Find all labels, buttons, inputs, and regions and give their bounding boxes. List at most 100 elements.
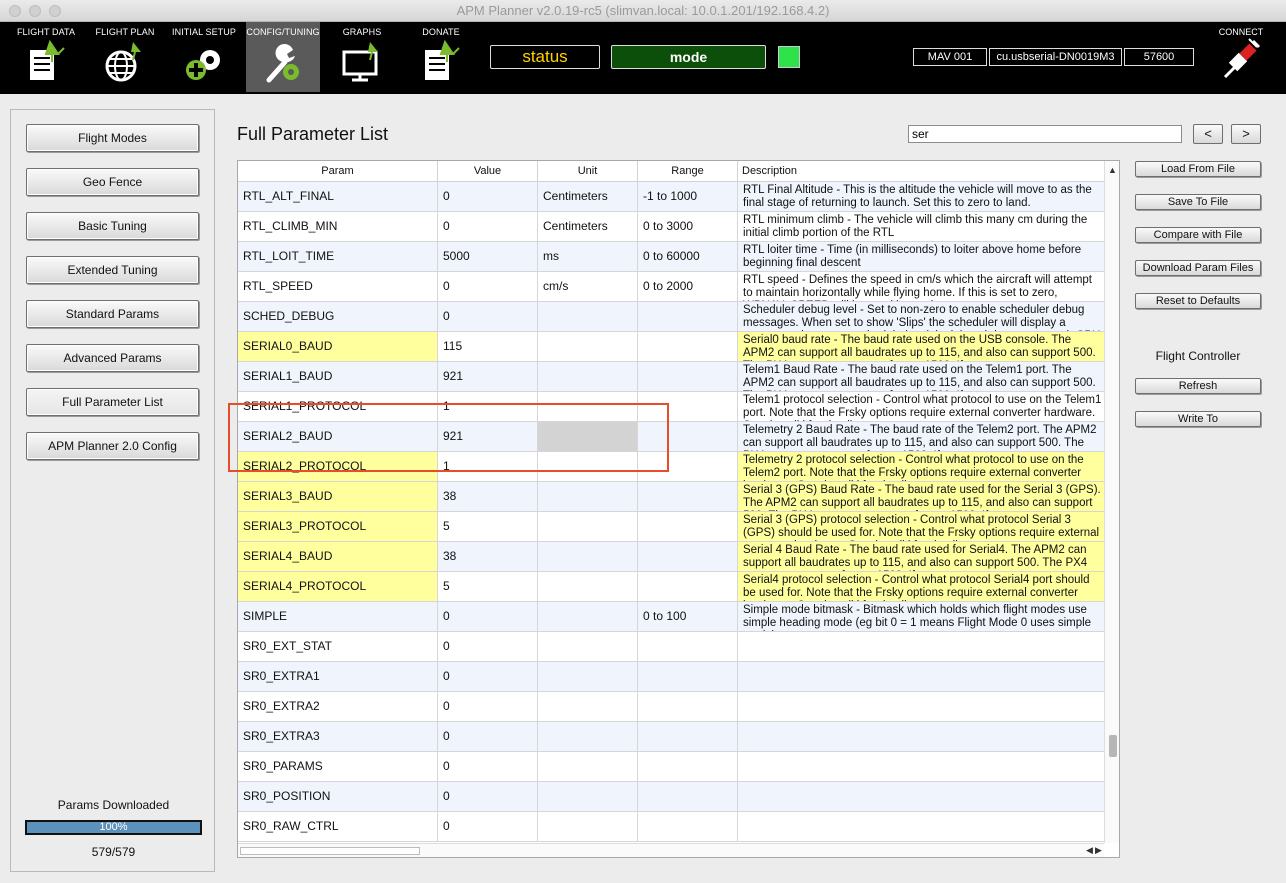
tool-label: INITIAL SETUP [172,27,236,37]
value-cell[interactable]: 0 [438,722,538,751]
table-row[interactable]: SERIAL0_BAUD 115 Serial0 baud rate - The b… [238,332,1104,362]
value-cell[interactable]: 0 [438,692,538,721]
save-to-file-button[interactable]: Save To File [1135,194,1261,210]
value-cell[interactable]: 0 [438,752,538,781]
value-cell[interactable]: 38 [438,482,538,511]
table-row[interactable]: RTL_ALT_FINAL 0 Centimeters -1 to 1000 RTL F… [238,182,1104,212]
table-row[interactable]: SR0_RAW_CTRL 0 [238,812,1104,842]
column-header-unit[interactable]: Unit [538,161,638,182]
sidebar-item-flight-modes[interactable]: Flight Modes [26,124,199,152]
unit-cell [538,722,638,751]
horizontal-scroll-thumb[interactable] [240,847,420,855]
progress-text: 100% [27,822,200,833]
table-row[interactable]: SR0_PARAMS 0 [238,752,1104,782]
range-cell [638,662,738,691]
tool-donate[interactable]: DONATE [404,22,478,92]
value-cell[interactable]: 38 [438,542,538,571]
unit-cell: ms [538,242,638,271]
column-header-param[interactable]: Param [238,161,438,182]
scroll-left-arrow-icon[interactable]: ◀ [1086,845,1093,856]
column-header-description[interactable]: Description [738,161,1104,182]
value-cell[interactable]: 0 [438,632,538,661]
mav-id-field[interactable]: MAV 001 [913,48,987,66]
value-cell[interactable]: 0 [438,662,538,691]
sidebar-item-advanced-params[interactable]: Advanced Params [26,344,199,372]
table-row[interactable]: SERIAL1_BAUD 921 Telem1 Baud Rate - The ba… [238,362,1104,392]
download-param-files-button[interactable]: Download Param Files [1135,260,1261,276]
table-row[interactable]: RTL_CLIMB_MIN 0 Centimeters 0 to 3000 RTL mi… [238,212,1104,242]
table-row[interactable]: SERIAL4_BAUD 38 Serial 4 Baud Rate - The b… [238,542,1104,572]
scroll-up-arrow-icon[interactable]: ▲ [1108,165,1117,175]
param-cell: SERIAL3_PROTOCOL [238,512,438,541]
range-cell [638,512,738,541]
params-downloaded-label: Params Downloaded [57,798,170,812]
column-header-value[interactable]: Value [438,161,538,182]
column-header-range[interactable]: Range [638,161,738,182]
sidebar-item-standard-params[interactable]: Standard Params [26,300,199,328]
table-row[interactable]: SERIAL3_BAUD 38 Serial 3 (GPS) Baud Rate -… [238,482,1104,512]
value-cell[interactable]: 0 [438,182,538,211]
table-row[interactable]: SR0_EXT_STAT 0 [238,632,1104,662]
value-cell[interactable]: 0 [438,272,538,301]
tool-initial-setup[interactable]: INITIAL SETUP [167,22,241,92]
serial-port-select[interactable]: cu.usbserial-DN0019M3 [989,48,1122,66]
vertical-scroll-thumb[interactable] [1109,735,1117,757]
value-cell[interactable]: 0 [438,812,538,841]
write-to-button[interactable]: Write To [1135,411,1261,427]
baud-rate-select[interactable]: 57600 [1124,48,1194,66]
refresh-button[interactable]: Refresh [1135,378,1261,394]
table-row[interactable]: RTL_SPEED 0 cm/s 0 to 2000 RTL speed - Defin… [238,272,1104,302]
tool-config-tuning[interactable]: CONFIG/TUNING [246,22,320,92]
load-from-file-button[interactable]: Load From File [1135,161,1261,177]
table-row[interactable]: SR0_POSITION 0 [238,782,1104,812]
connect-button[interactable]: CONNECT [1208,22,1274,92]
compare-with-file-button[interactable]: Compare with File [1135,227,1261,243]
value-cell[interactable]: 0 [438,212,538,241]
sidebar-item-extended-tuning[interactable]: Extended Tuning [26,256,199,284]
unit-cell [538,692,638,721]
value-cell[interactable]: 921 [438,362,538,391]
horizontal-scrollbar[interactable]: ◀ ▶ [238,843,1104,857]
table-row[interactable]: SCHED_DEBUG 0 Scheduler debug level - Set … [238,302,1104,332]
value-cell[interactable]: 5 [438,572,538,601]
param-search-input[interactable] [908,125,1182,143]
value-cell[interactable]: 0 [438,302,538,331]
description-cell: Serial0 baud rate - The baud rate used o… [738,332,1104,361]
param-cell: SR0_EXTRA2 [238,692,438,721]
table-row[interactable]: SERIAL2_PROTOCOL 1 Telemetry 2 protocol se… [238,452,1104,482]
tool-flight-plan[interactable]: FLIGHT PLAN [88,22,162,92]
vertical-scrollbar[interactable]: ▲ [1104,161,1119,843]
scroll-right-arrow-icon[interactable]: ▶ [1095,845,1102,856]
param-cell: SERIAL1_PROTOCOL [238,392,438,421]
tool-graphs[interactable]: GRAPHS [325,22,399,92]
table-row[interactable]: RTL_LOIT_TIME 5000 ms 0 to 60000 RTL loiter … [238,242,1104,272]
reset-to-defaults-button[interactable]: Reset to Defaults [1135,293,1261,309]
sidebar-item-full-parameter-list[interactable]: Full Parameter List [26,388,199,416]
range-cell: 0 to 2000 [638,272,738,301]
table-row[interactable]: SR0_EXTRA3 0 [238,722,1104,752]
sidebar-item-basic-tuning[interactable]: Basic Tuning [26,212,199,240]
sidebar-item-apm-planner-config[interactable]: APM Planner 2.0 Config [26,432,199,460]
main-toolbar: FLIGHT DATA FLIGHT PLAN INITIAL SETUP CO… [0,22,1286,94]
value-cell[interactable]: 1 [438,392,538,421]
unit-cell [538,512,638,541]
value-cell[interactable]: 5000 [438,242,538,271]
search-next-button[interactable]: > [1231,124,1261,144]
value-cell[interactable]: 5 [438,512,538,541]
value-cell[interactable]: 921 [438,422,538,451]
value-cell[interactable]: 1 [438,452,538,481]
description-cell [738,782,1104,811]
tool-flight-data[interactable]: FLIGHT DATA [9,22,83,92]
sidebar-item-geo-fence[interactable]: Geo Fence [26,168,199,196]
value-cell[interactable]: 0 [438,602,538,631]
value-cell[interactable]: 115 [438,332,538,361]
table-row[interactable]: SR0_EXTRA1 0 [238,662,1104,692]
table-row[interactable]: SERIAL1_PROTOCOL 1 Telem1 protocol selecti… [238,392,1104,422]
value-cell[interactable]: 0 [438,782,538,811]
table-row[interactable]: SERIAL2_BAUD 921 Telemetry 2 Baud Rate - T… [238,422,1104,452]
table-row[interactable]: SERIAL4_PROTOCOL 5 Serial4 protocol select… [238,572,1104,602]
search-prev-button[interactable]: < [1193,124,1223,144]
table-row[interactable]: SR0_EXTRA2 0 [238,692,1104,722]
table-row[interactable]: SIMPLE 0 0 to 100 Simple mode bitmask - Bit… [238,602,1104,632]
table-row[interactable]: SERIAL3_PROTOCOL 5 Serial 3 (GPS) protocol… [238,512,1104,542]
